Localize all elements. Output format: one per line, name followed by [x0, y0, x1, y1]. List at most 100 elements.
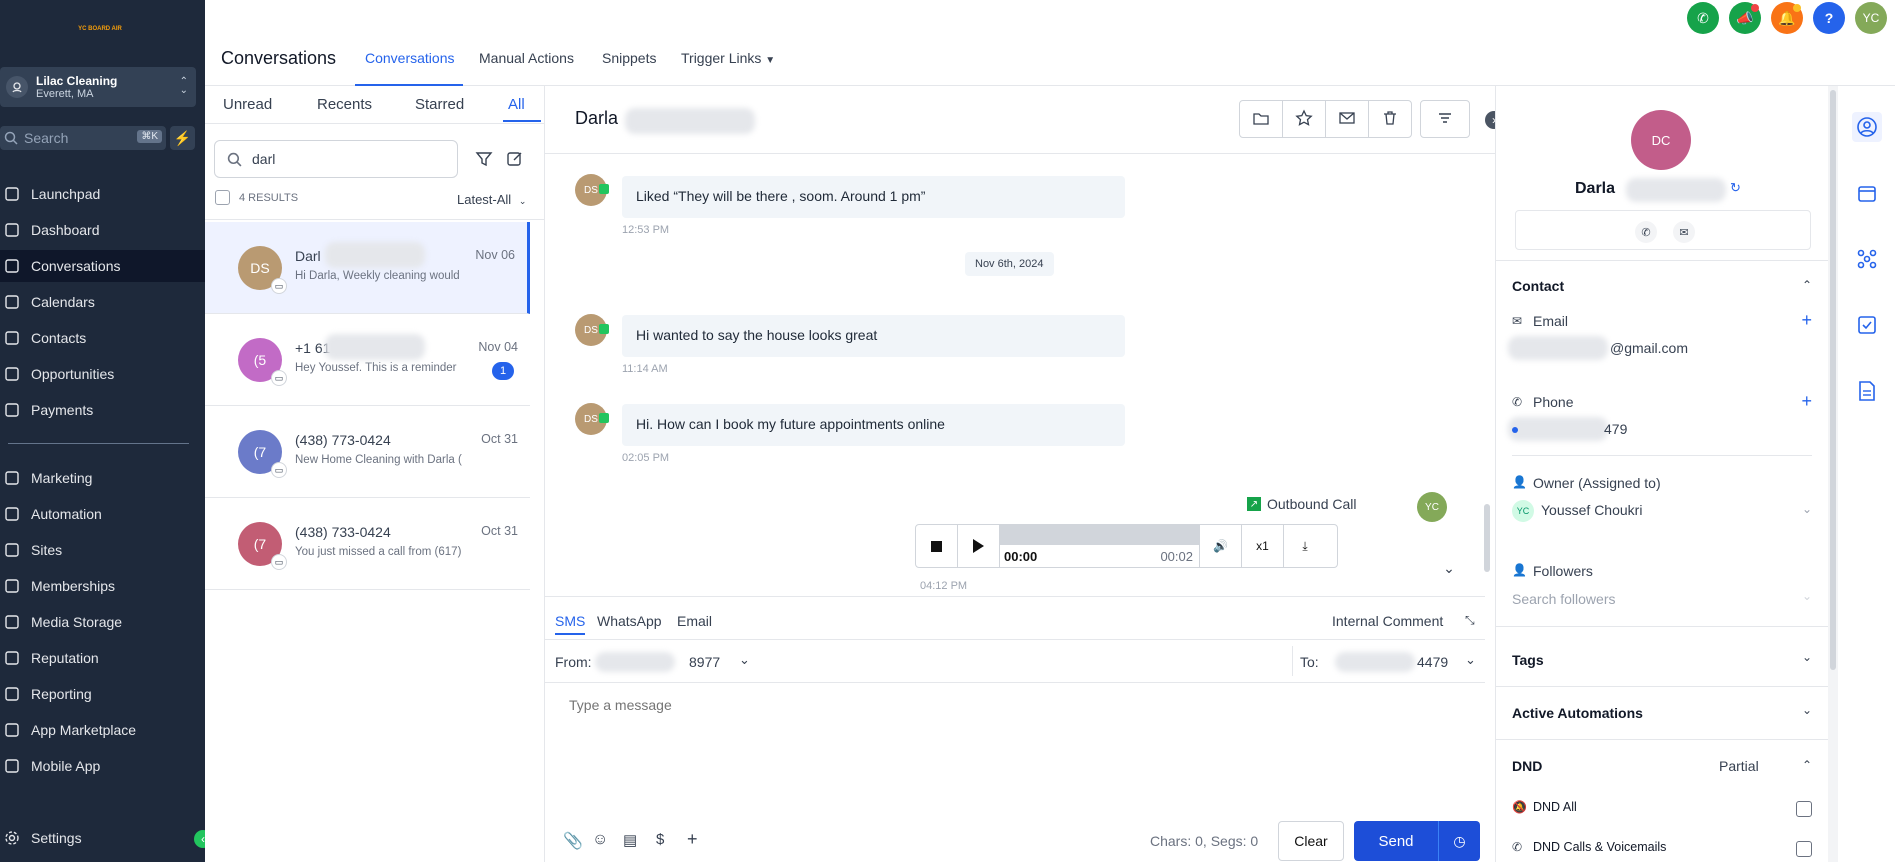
- sidebar-item-automation[interactable]: Automation: [0, 498, 205, 530]
- filter-tab-recents[interactable]: Recents: [317, 96, 372, 113]
- sidebar-search[interactable]: Search ⌘K: [0, 126, 166, 150]
- tab-manual-actions[interactable]: Manual Actions: [479, 50, 574, 66]
- sidebar-item-launchpad[interactable]: Launchpad: [0, 178, 205, 210]
- sidebar-item-app-marketplace[interactable]: App Marketplace: [0, 714, 205, 746]
- chevron-down-icon[interactable]: ⌄: [1465, 652, 1476, 668]
- clear-button[interactable]: Clear: [1278, 821, 1344, 861]
- sidebar-item-reporting[interactable]: Reporting: [0, 678, 205, 710]
- panel-scrollbar[interactable]: [1828, 86, 1838, 862]
- dnd-all-checkbox[interactable]: [1796, 801, 1812, 817]
- sidebar-item-conversations[interactable]: Conversations: [0, 250, 205, 282]
- scroll-bottom-button[interactable]: ⌄: [1437, 556, 1461, 580]
- filter-tab-starred[interactable]: Starred: [415, 96, 464, 113]
- dnd-calls-checkbox[interactable]: [1796, 841, 1812, 857]
- schedule-button[interactable]: ◷: [1438, 821, 1480, 861]
- location-switcher[interactable]: Lilac Cleaning Everett, MA ⌃ ⌄: [0, 67, 196, 107]
- sidebar-item-marketing[interactable]: Marketing: [0, 462, 205, 494]
- sidebar-item-media-storage[interactable]: Media Storage: [0, 606, 205, 638]
- chevron-down-icon[interactable]: ⌄: [1802, 650, 1812, 664]
- chevron-down-icon[interactable]: ⌄: [1802, 502, 1812, 516]
- message-input[interactable]: [555, 683, 1483, 783]
- tags-section[interactable]: Tags: [1512, 652, 1544, 668]
- tab-conversations[interactable]: Conversations: [365, 50, 455, 66]
- add-phone-button[interactable]: +: [1801, 391, 1812, 412]
- sidebar-item-reputation[interactable]: Reputation: [0, 642, 205, 674]
- conversation-search[interactable]: [214, 140, 458, 178]
- sidebar-item-payments[interactable]: Payments: [0, 394, 205, 426]
- sidebar-item-settings[interactable]: Settings: [0, 822, 205, 854]
- chevron-down-icon[interactable]: ⌄: [1802, 589, 1812, 603]
- call-button[interactable]: ✆: [1635, 221, 1657, 243]
- automations-section[interactable]: Active Automations: [1512, 705, 1643, 721]
- contact-profile-icon[interactable]: [1852, 112, 1882, 142]
- sidebar-item-calendars[interactable]: Calendars: [0, 286, 205, 318]
- sidebar-item-opportunities[interactable]: Opportunities: [0, 358, 205, 390]
- conversation-item[interactable]: (5 ▭ +1 61 Hey Youssef. This is a reminder N…: [205, 314, 530, 406]
- playback-speed-button[interactable]: x1: [1242, 525, 1284, 567]
- phone-button[interactable]: ✆: [1687, 2, 1719, 34]
- chevron-down-icon[interactable]: ⌄: [1802, 703, 1812, 717]
- calendar-icon[interactable]: [1852, 178, 1882, 208]
- chevron-up-icon[interactable]: ⌃: [1802, 278, 1812, 292]
- chat-filter-button[interactable]: [1420, 100, 1470, 138]
- sidebar-item-contacts[interactable]: Contacts: [0, 322, 205, 354]
- dnd-section[interactable]: DND: [1512, 758, 1542, 774]
- owner-select[interactable]: Youssef Choukri: [1541, 502, 1642, 518]
- play-button[interactable]: [958, 525, 1000, 567]
- composer-tab-email[interactable]: Email: [677, 613, 712, 629]
- from-number[interactable]: 8977: [689, 654, 720, 670]
- conversation-item[interactable]: (7 ▭ (438) 773-0424 New Home Cleaning with …: [205, 406, 530, 498]
- composer-tab-whatsapp[interactable]: WhatsApp: [597, 613, 662, 629]
- emoji-icon[interactable]: ☺: [592, 831, 608, 849]
- filter-tab-all[interactable]: All: [508, 96, 525, 113]
- notifications-button[interactable]: 🔔: [1771, 2, 1803, 34]
- thread-scrollbar[interactable]: [1483, 154, 1491, 594]
- filter-tab-unread[interactable]: Unread: [223, 96, 272, 113]
- followers-search[interactable]: Search followers: [1512, 591, 1616, 607]
- download-button[interactable]: ⤓: [1284, 525, 1326, 567]
- trash-icon: [1381, 109, 1399, 130]
- help-button[interactable]: ?: [1813, 2, 1845, 34]
- quick-action-button[interactable]: ⚡: [170, 126, 195, 150]
- chevron-up-icon[interactable]: ⌃: [1802, 758, 1812, 772]
- sidebar-item-sites[interactable]: Sites: [0, 534, 205, 566]
- volume-button[interactable]: 🔊: [1200, 525, 1242, 567]
- stop-button[interactable]: [916, 525, 958, 567]
- send-button[interactable]: Send: [1354, 821, 1438, 861]
- select-all-checkbox[interactable]: [215, 190, 230, 205]
- to-number[interactable]: 4479: [1417, 654, 1448, 670]
- sort-dropdown[interactable]: Latest-All ⌄: [457, 192, 526, 207]
- conversation-item[interactable]: (7 ▭ (438) 733-0424 You just missed a call …: [205, 498, 530, 590]
- sidebar-item-memberships[interactable]: Memberships: [0, 570, 205, 602]
- composer-tab-sms[interactable]: SMS: [555, 613, 585, 629]
- sidebar-item-dashboard[interactable]: Dashboard: [0, 214, 205, 246]
- chevron-down-icon: ⌄: [518, 196, 527, 206]
- add-email-button[interactable]: +: [1801, 310, 1812, 331]
- folder-button[interactable]: [1239, 100, 1283, 138]
- internal-comment-tab[interactable]: Internal Comment: [1332, 613, 1443, 629]
- template-icon[interactable]: ▤: [623, 831, 637, 849]
- star-button[interactable]: [1282, 100, 1326, 138]
- audio-progress[interactable]: 00:00 00:02: [1000, 525, 1200, 567]
- edit-icon[interactable]: ↻: [1730, 180, 1741, 196]
- tab-trigger-links[interactable]: Trigger Links ▼: [681, 50, 775, 66]
- mark-unread-button[interactable]: [1325, 100, 1369, 138]
- conversation-search-input[interactable]: [252, 151, 432, 167]
- tasks-icon[interactable]: [1852, 310, 1882, 340]
- delete-button[interactable]: [1368, 100, 1412, 138]
- opportunities-icon[interactable]: [1852, 244, 1882, 274]
- filter-icon[interactable]: [475, 150, 493, 171]
- email-button[interactable]: ✉: [1673, 221, 1695, 243]
- tab-snippets[interactable]: Snippets: [602, 50, 656, 66]
- dollar-icon[interactable]: $: [656, 831, 664, 848]
- sidebar-item-mobile-app[interactable]: Mobile App: [0, 750, 205, 782]
- attachment-icon[interactable]: 📎: [563, 831, 583, 851]
- conversation-item[interactable]: DS ▭ Darl Hi Darla, Weekly cleaning would No…: [205, 222, 530, 314]
- chevron-down-icon[interactable]: ⌄: [739, 652, 750, 668]
- compose-icon[interactable]: [506, 150, 524, 171]
- collapse-composer-button[interactable]: ⤡: [1465, 613, 1475, 628]
- notes-icon[interactable]: [1852, 376, 1882, 406]
- user-avatar[interactable]: YC: [1855, 2, 1887, 34]
- announcements-button[interactable]: 📣: [1729, 2, 1761, 34]
- plus-icon[interactable]: +: [687, 829, 698, 850]
